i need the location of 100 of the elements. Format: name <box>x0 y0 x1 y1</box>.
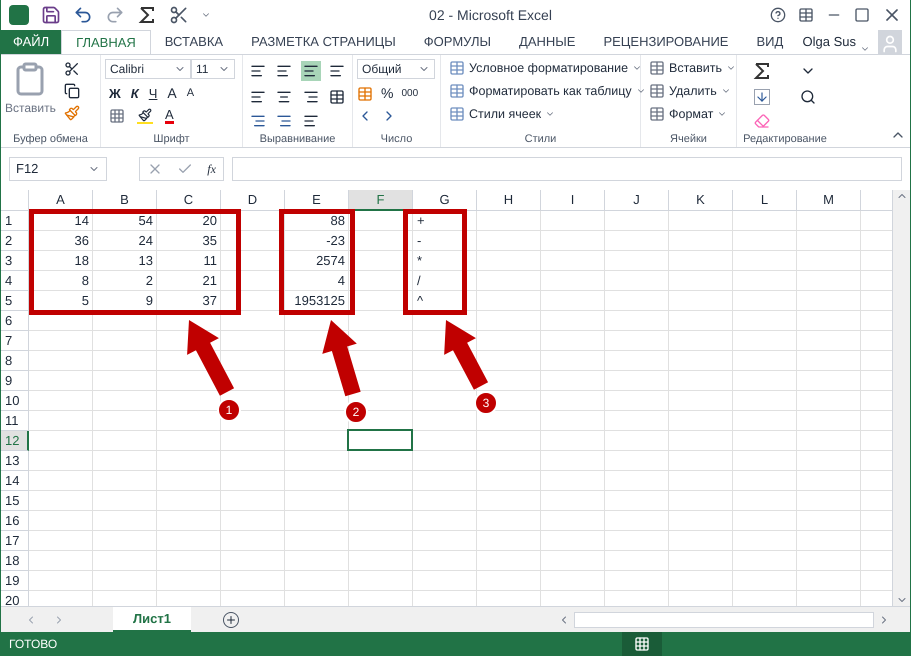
align-bottom-button[interactable] <box>300 60 321 81</box>
align-left-icon[interactable] <box>250 88 266 105</box>
row-header[interactable]: 6 <box>1 311 29 331</box>
ribbon-tab[interactable]: ГЛАВНАЯ <box>61 30 151 54</box>
insert-function-button[interactable]: fx <box>207 160 216 178</box>
shrink-font-button[interactable]: A <box>186 85 194 102</box>
ribbon-tab[interactable]: ДАННЫЕ <box>505 30 590 54</box>
column-header[interactable]: F <box>349 190 413 211</box>
row-header[interactable]: 7 <box>1 331 29 351</box>
sum-icon[interactable] <box>137 5 157 25</box>
column-header[interactable]: I <box>541 190 605 211</box>
cell-value: + <box>417 212 425 230</box>
ribbon-tab[interactable]: ФОРМУЛЫ <box>410 30 506 54</box>
thousands-button[interactable]: 000 <box>401 86 418 101</box>
selected-cell[interactable] <box>347 429 413 451</box>
column-header[interactable]: B <box>93 190 157 211</box>
row-header[interactable]: 17 <box>1 531 29 551</box>
maximize-icon[interactable] <box>854 7 870 23</box>
ribbon-tab[interactable]: ВИД <box>742 30 798 54</box>
column-header[interactable]: L <box>733 190 797 211</box>
table-icon <box>449 106 465 122</box>
help-icon[interactable] <box>770 7 786 23</box>
decrease-indent-icon[interactable] <box>250 112 266 129</box>
underline-button[interactable]: Ч <box>148 84 158 104</box>
row-header[interactable]: 16 <box>1 511 29 531</box>
undo-icon[interactable] <box>73 5 93 25</box>
styles-menu-button[interactable]: Форматировать как таблицу <box>469 82 632 100</box>
row-header[interactable]: 2 <box>1 231 29 251</box>
autosum-icon[interactable] <box>752 60 772 81</box>
font-color-button[interactable]: A <box>165 108 174 124</box>
styles-menu-button[interactable]: Условное форматирование <box>469 59 628 78</box>
name-box[interactable]: F12 <box>9 157 107 181</box>
row-header[interactable]: 15 <box>1 491 29 511</box>
ribbon-tab[interactable]: ВСТАВКА <box>150 30 238 54</box>
align-right-icon[interactable] <box>302 88 319 105</box>
scissors-icon[interactable] <box>64 61 80 77</box>
row-header[interactable]: 10 <box>1 391 29 411</box>
user-name[interactable]: Olga Sus <box>802 32 856 52</box>
align-center-icon[interactable] <box>276 88 292 105</box>
group-label: Выравнивание <box>258 132 336 146</box>
column-header[interactable]: M <box>797 190 861 211</box>
font-size-field[interactable]: 11 <box>191 59 235 79</box>
eraser-icon[interactable] <box>754 112 770 129</box>
cell-value: - <box>417 232 422 250</box>
row-header[interactable]: 3 <box>1 251 29 271</box>
cells-menu-button[interactable]: Вставить <box>669 59 722 78</box>
number-badge: 3 <box>474 391 498 415</box>
status-text: ГОТОВО <box>9 636 58 653</box>
scissors-icon[interactable] <box>169 5 189 25</box>
search-icon[interactable] <box>800 88 816 105</box>
cells-menu-button[interactable]: Формат <box>669 104 714 124</box>
ribbon-tab[interactable]: РАЗМЕТКА СТРАНИЦЫ <box>237 30 410 54</box>
column-header[interactable]: J <box>605 190 669 211</box>
cell-value: 8 <box>82 272 89 290</box>
formula-input[interactable] <box>232 157 902 181</box>
group-label: Редактирование <box>742 132 828 146</box>
row-header[interactable]: 8 <box>1 351 29 371</box>
cell-value: 36 <box>74 232 89 250</box>
file-tab[interactable]: ФАЙЛ <box>1 30 62 54</box>
normal-view-button[interactable] <box>622 632 662 656</box>
number-format-field[interactable]: Общий <box>357 59 435 79</box>
cell-value: 20 <box>202 212 217 230</box>
borders-icon[interactable] <box>109 108 125 124</box>
row-header[interactable]: 12 <box>1 431 29 451</box>
fill-icon[interactable] <box>754 88 770 105</box>
column-header[interactable]: A <box>29 190 93 211</box>
save-icon[interactable] <box>41 5 61 25</box>
brush-icon[interactable] <box>64 105 80 121</box>
column-header[interactable]: D <box>221 190 285 211</box>
paste-button[interactable]: Вставить <box>5 59 56 130</box>
add-sheet-icon[interactable] <box>222 612 239 628</box>
bold-button[interactable]: Ж <box>109 84 121 104</box>
copy-icon[interactable] <box>64 83 80 99</box>
column-header[interactable]: H <box>477 190 541 211</box>
row-header[interactable]: 9 <box>1 371 29 391</box>
table-icon <box>449 83 465 100</box>
increase-indent-icon[interactable] <box>276 112 292 129</box>
column-header[interactable]: C <box>157 190 221 211</box>
font-name-field[interactable]: Calibri <box>105 59 191 79</box>
fill-color-icon[interactable] <box>137 108 153 124</box>
sheet-tab[interactable]: Лист1 <box>113 607 191 632</box>
row-header[interactable]: 19 <box>1 571 29 591</box>
row-header[interactable]: 18 <box>1 551 29 571</box>
row-header[interactable]: 13 <box>1 451 29 471</box>
row-header[interactable]: 4 <box>1 271 29 291</box>
ribbon-tab[interactable]: РЕЦЕНЗИРОВАНИЕ <box>589 30 742 54</box>
column-header[interactable]: K <box>669 190 733 211</box>
column-header[interactable]: G <box>413 190 477 211</box>
horizontal-scrollbar[interactable] <box>574 612 874 628</box>
italic-button[interactable]: К <box>130 84 139 104</box>
redo-icon[interactable] <box>105 5 125 25</box>
styles-menu-button[interactable]: Стили ячеек <box>469 104 542 124</box>
row-header[interactable]: 1 <box>1 211 29 231</box>
table-icon <box>649 83 665 100</box>
grow-font-button[interactable]: A <box>167 83 177 104</box>
row-header[interactable]: 14 <box>1 471 29 491</box>
percent-button[interactable]: % <box>381 83 394 104</box>
cells-menu-button[interactable]: Удалить <box>669 82 717 100</box>
row-header[interactable]: 5 <box>1 291 29 311</box>
cell-value: ^ <box>417 292 424 310</box>
